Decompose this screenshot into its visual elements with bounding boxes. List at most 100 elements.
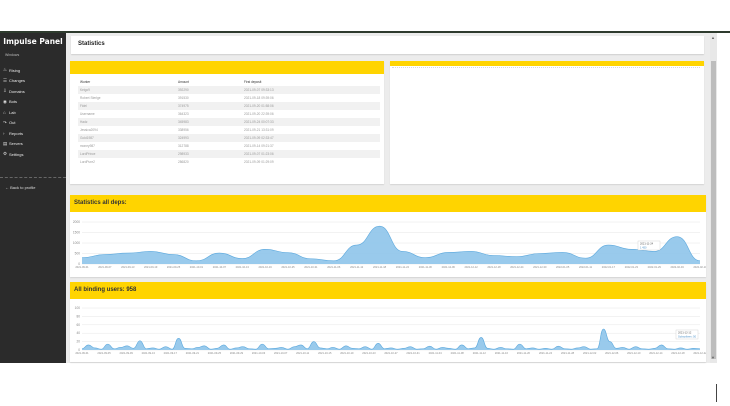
x-tick-label: 2021-12-14 bbox=[649, 351, 663, 355]
cell-first-deposit: 2021-09-24 00:07:33 bbox=[242, 118, 380, 126]
binding-chart: 1008060402002021-09-01 2021-09-05 2021-09-… bbox=[75, 306, 706, 355]
main-content: Statistics Worker Amount First deposit K… bbox=[66, 33, 710, 363]
x-tick-label: 2021-10-13 bbox=[236, 265, 250, 269]
x-tick-label: 2021-11-06 bbox=[327, 265, 341, 269]
x-tick-label: 2021-12-10 bbox=[627, 351, 641, 355]
workers-card-header bbox=[70, 61, 384, 74]
sidebar-item-label: Reports bbox=[9, 130, 24, 136]
app-window: Impulse Panel Windows ♨ Rising ☰ Changes ⇩ Do… bbox=[0, 0, 730, 406]
cell-first-deposit: 2021-09-07 01:23:06 bbox=[242, 150, 380, 158]
sidebar-item-changes[interactable]: ☰ Changes bbox=[3, 76, 63, 87]
y-tick-label: 40 bbox=[76, 331, 80, 335]
table-row[interactable]: Robert Sterlge 391530 2021-09-18 09:39:06 bbox=[78, 94, 380, 102]
table-row[interactable]: Username 364323 2021-09-20 22:39:06 bbox=[78, 110, 380, 118]
x-tick-label: 2021-10-11 bbox=[296, 351, 310, 355]
tooltip-date: 2021-11-24 bbox=[640, 242, 654, 246]
cell-worker: Fidel bbox=[78, 102, 176, 110]
x-tick-label: 2021-11-20 bbox=[517, 351, 531, 355]
table-row[interactable]: money987 312788 2021-09-14 09:21:37 bbox=[78, 142, 380, 150]
empty-card-divider bbox=[392, 66, 700, 68]
cell-first-deposit: 2021-09-21 13:31:09 bbox=[244, 128, 274, 132]
scrollbar-thumb[interactable] bbox=[711, 61, 716, 359]
cell-worker: money987 bbox=[80, 144, 95, 148]
table-header-row: Worker Amount First deposit bbox=[78, 78, 380, 86]
deposits-chart-card: Statistics all deps: 2000 1500 1000 500 0 202… bbox=[70, 195, 706, 277]
x-tick-label: 2021-10-25 bbox=[281, 265, 295, 269]
cell-worker: Username bbox=[80, 112, 95, 116]
cell-amount: 392290 bbox=[176, 86, 242, 94]
column-header-worker: Worker bbox=[80, 80, 91, 84]
cell-amount: 345983 bbox=[176, 118, 242, 126]
x-tick-label: 2022-01-17 bbox=[602, 265, 616, 269]
y-tick-label: 60 bbox=[76, 323, 80, 327]
empty-card bbox=[390, 61, 704, 184]
x-tick-label: 2021-11-12 bbox=[473, 351, 487, 355]
sidebar-item-label: Settings bbox=[9, 151, 24, 157]
y-tick-label: 2000 bbox=[73, 220, 80, 224]
cell-worker: Robert Sterlge bbox=[80, 96, 101, 100]
x-tick-label: 2021-09-07 bbox=[98, 265, 112, 269]
cell-worker: LordPrince bbox=[78, 150, 176, 158]
column-header-amount: Amount bbox=[178, 80, 189, 84]
table-row[interactable]: Fidel 374975 2021-09-20 01:58:06 bbox=[78, 102, 380, 110]
series-area bbox=[82, 329, 700, 350]
x-tick-label: 2021-09-25 bbox=[208, 351, 222, 355]
sidebar-item-label: Rising bbox=[9, 67, 21, 73]
y-tick-label: 20 bbox=[76, 340, 80, 344]
table-row[interactable]: LordPure2 286820 2021-09-09 01:29:09 bbox=[78, 158, 380, 166]
sidebar-item-out[interactable]: ↷ Out bbox=[3, 118, 63, 129]
x-tick-label: 2021-10-01 bbox=[190, 265, 204, 269]
sidebar: Impulse Panel Windows ♨ Rising ☰ Changes ⇩ Do… bbox=[0, 33, 66, 363]
sidebar-item-label: Bots bbox=[9, 99, 18, 105]
sidebar-item-label: Domains bbox=[9, 88, 25, 94]
scroll-down-icon[interactable]: ▼ bbox=[711, 355, 715, 360]
sidebar-item-label: Changes bbox=[9, 78, 26, 84]
scrollbar[interactable] bbox=[710, 33, 717, 363]
back-label: Back to profile bbox=[10, 185, 36, 190]
cell-worker: Keigo9 bbox=[78, 86, 176, 94]
cell-amount: 324993 bbox=[176, 134, 242, 142]
table-row[interactable]: LordPrince 298933 2021-09-07 01:23:06 bbox=[78, 150, 380, 158]
x-tick-label: 2022-01-29 bbox=[648, 265, 662, 269]
x-tick-label: 2021-10-19 bbox=[258, 265, 272, 269]
x-tick-label: 2021-09-13 bbox=[142, 351, 156, 355]
brand-logo[interactable]: Impulse Panel bbox=[0, 37, 66, 46]
x-tick-label: 2021-11-12 bbox=[350, 265, 364, 269]
sidebar-item-rising[interactable]: ♨ Rising bbox=[3, 65, 63, 76]
sidebar-item-lab[interactable]: ⌂ Lab bbox=[3, 107, 63, 118]
cell-worker: Jessica2094 bbox=[80, 128, 98, 132]
x-tick-label: 2021-11-30 bbox=[419, 265, 433, 269]
x-tick-label: 2022-01-11 bbox=[579, 265, 593, 269]
sidebar-item-servers[interactable]: ▤ Servers bbox=[3, 139, 63, 150]
x-tick-label: 2021-12-02 bbox=[583, 351, 597, 355]
x-tick-label: 2021-09-21 bbox=[186, 351, 200, 355]
tooltip-value: 1 450 bbox=[640, 246, 647, 250]
cell-first-deposit: 2021-09-07 09:33:13 bbox=[242, 86, 380, 94]
table-row[interactable]: Gold1987 324993 2021-09-09 02:33:47 bbox=[78, 134, 380, 142]
table-row[interactable]: Keigo9 392290 2021-09-07 09:33:13 bbox=[78, 86, 380, 94]
x-tick-label: 2021-10-19 bbox=[340, 351, 354, 355]
y-tick-label: 80 bbox=[76, 314, 80, 318]
back-to-profile-link[interactable]: ← Back to profile bbox=[5, 185, 35, 190]
sidebar-nav: ♨ Rising ☰ Changes ⇩ Domains ◉ Bots ⌂ Lab ↷ Out › Rep… bbox=[3, 65, 63, 160]
x-tick-label: 2021-12-12 bbox=[464, 265, 478, 269]
sidebar-item-label: Lab bbox=[9, 109, 16, 115]
table-row[interactable]: Jessica2094 338956 2021-09-21 13:31:09 bbox=[78, 126, 380, 134]
table-row[interactable]: Hadz 345983 2021-09-24 00:07:33 bbox=[78, 118, 380, 126]
sidebar-heading: Windows bbox=[5, 53, 20, 57]
x-tick-label: 2021-09-01 bbox=[75, 351, 89, 355]
scroll-up-icon[interactable]: ▲ bbox=[711, 35, 715, 40]
sidebar-item-settings[interactable]: ⚙ Settings bbox=[3, 149, 63, 160]
x-tick-label: 2021-12-06 bbox=[442, 265, 456, 269]
x-tick-label: 2021-10-03 bbox=[252, 351, 266, 355]
sidebar-item-bots[interactable]: ◉ Bots bbox=[3, 97, 63, 108]
deposits-chart: 20001500100050002021-09-01 2021-09-07 2021… bbox=[73, 220, 706, 269]
x-tick-label: 2021-12-30 bbox=[533, 265, 547, 269]
sidebar-item-domains[interactable]: ⇩ Domains bbox=[3, 86, 63, 97]
sidebar-item-reports[interactable]: › Reports bbox=[3, 128, 63, 139]
x-tick-label: 2021-09-01 bbox=[75, 265, 89, 269]
x-tick-label: 2022-02-04 bbox=[670, 265, 684, 269]
x-tick-label: 2021-12-24 bbox=[510, 265, 524, 269]
x-tick-label: 2021-12-18 bbox=[487, 265, 501, 269]
cursor-mark bbox=[716, 384, 717, 402]
